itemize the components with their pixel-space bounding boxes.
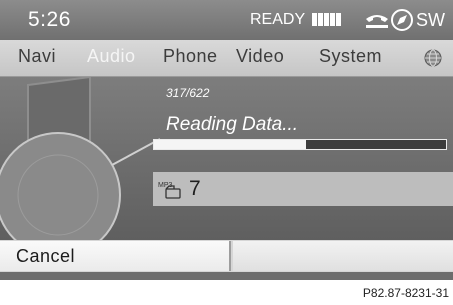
- head-unit-screen: 5:26 READY SW Navi Audio Phone Video Sys…: [0, 0, 453, 280]
- mp3-icon: MP3: [158, 182, 181, 199]
- signal-strength-icon: [312, 13, 341, 26]
- reading-status: Reading Data...: [166, 114, 299, 135]
- track-row[interactable]: MP3 7: [153, 172, 453, 206]
- clock: 5:26: [28, 8, 71, 31]
- cancel-button[interactable]: Cancel: [0, 241, 231, 271]
- compass-icon: [391, 9, 413, 31]
- menu-item-navi[interactable]: Navi: [18, 46, 56, 67]
- reading-progress-bar: [153, 139, 447, 150]
- track-number: 7: [189, 177, 201, 200]
- sw-indicator: SW: [416, 10, 445, 30]
- menu-item-audio[interactable]: Audio: [87, 46, 136, 67]
- menu-item-system[interactable]: System: [319, 46, 382, 67]
- menu-item-phone[interactable]: Phone: [163, 46, 218, 67]
- globe-icon[interactable]: [423, 48, 443, 68]
- menu-item-video[interactable]: Video: [236, 46, 284, 67]
- cancel-label: Cancel: [16, 246, 76, 266]
- empty-softkey: [233, 241, 453, 271]
- ready-indicator: READY: [250, 11, 306, 28]
- progress-fill: [154, 140, 306, 149]
- main-menu-bar: Navi Audio Phone Video System: [0, 40, 453, 77]
- track-count: 317/622: [166, 86, 210, 100]
- disc-icon: [0, 77, 160, 257]
- phone-handset-icon: [366, 15, 388, 28]
- figure-reference-code: P82.87-8231-31: [362, 286, 449, 300]
- status-bar: 5:26 READY SW: [0, 0, 453, 40]
